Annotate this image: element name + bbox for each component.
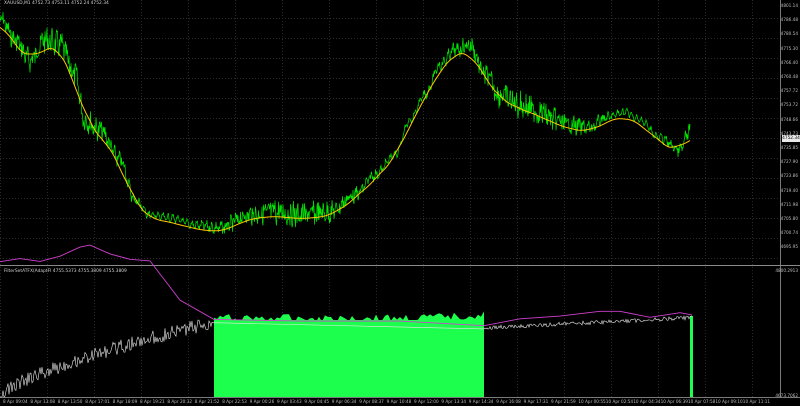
- time-axis-label: 8 Apr 17:01: [85, 399, 110, 404]
- main-chart-info: XAUUSD,M1 4752.73 4753.11 4752.24 4752.3…: [4, 1, 109, 6]
- time-axis-label: 9 Apr 03:43: [277, 399, 302, 404]
- price-axis-label: 4766.40: [780, 59, 798, 65]
- time-axis-label: 8 Apr 13:08: [30, 399, 56, 404]
- indicator-info: FilterSetATFX(AdaptFI 4755.5373 4755.380…: [4, 269, 127, 274]
- price-axis-label: 4753.72: [780, 102, 798, 108]
- price-axis-label: 4760.48: [780, 74, 798, 79]
- time-axis-label: 8 Apr 18:09: [112, 399, 138, 404]
- time-axis-label: 8 Apr 19:21: [140, 399, 165, 404]
- time-axis-label: 10 Apr 06:39: [660, 399, 688, 404]
- price-axis-label: 4723.86: [780, 173, 798, 179]
- price-axis-label: 4748.66: [780, 116, 798, 122]
- time-axis-label: 9 Apr 12:00: [414, 399, 439, 404]
- indicator-scale-top: 4800.2913: [775, 268, 798, 273]
- histogram-top-edge: [214, 311, 484, 397]
- time-axis-label: 9 Apr 21:59: [551, 399, 576, 404]
- time-axis-label: 9 Apr 06:34: [331, 399, 357, 404]
- current-price-marker: 4752.34: [782, 135, 800, 142]
- time-axis-label: 9 Apr 04:45: [304, 399, 330, 404]
- price-axis-label: 4775.30: [780, 45, 798, 51]
- time-axis-label: 8 Apr 09:04: [3, 399, 28, 404]
- price-axis-label: 4757.72: [780, 88, 798, 94]
- price-axis-label: 4801.14: [780, 3, 798, 8]
- price-axis-label: 4780.54: [780, 31, 798, 37]
- price-line: [0, 11, 691, 234]
- time-axis-label: 10 Apr 00:55: [578, 399, 606, 404]
- time-axis-label: 10 Apr 02:54: [605, 399, 634, 404]
- time-axis-label: 8 Apr 22:53: [222, 399, 247, 404]
- price-axis-label: 4786.48: [780, 17, 798, 23]
- time-axis-label: 9 Apr 14:34: [468, 399, 494, 404]
- time-axis-label: 8 Apr 20:32: [167, 399, 193, 404]
- time-axis-label: 10 Apr 09:10: [715, 399, 743, 404]
- time-axis-label: 9 Apr 00:26: [249, 399, 275, 404]
- time-axis-label: 10 Apr 04:34: [633, 399, 661, 404]
- histogram-spike: [690, 316, 693, 397]
- time-axis-label: 9 Apr 16:08: [496, 399, 521, 404]
- price-axis-label: 4700.74: [780, 230, 798, 236]
- trading-terminal: XAUUSD,M1 4752.73 4753.11 4752.24 4752.3…: [0, 0, 800, 406]
- time-axis-label: 8 Apr 21:52: [194, 399, 220, 404]
- indicator-scale-bottom: 4673.7062: [775, 393, 798, 398]
- time-axis-label: 8 Apr 13:50: [57, 399, 83, 404]
- main-price-chart[interactable]: [0, 0, 800, 406]
- time-axis-label: 9 Apr 10:48: [386, 399, 412, 404]
- price-axis-label: 4705.80: [780, 216, 798, 221]
- price-axis-label: 4727.90: [780, 159, 798, 165]
- time-axis-label: 10 Apr 07:58: [688, 399, 716, 404]
- time-axis-label: 9 Apr 17:31: [523, 399, 549, 404]
- time-axis-label: 10 Apr 11:11: [742, 399, 771, 404]
- magenta-indicator-line: [0, 244, 693, 327]
- time-axis-label: 9 Apr 13:34: [441, 399, 467, 404]
- price-axis-label: 4719.40: [780, 187, 798, 193]
- price-axis-label: 4735.85: [780, 145, 798, 150]
- price-axis-label: 4695.95: [780, 244, 798, 250]
- time-axis-label: 9 Apr 08:37: [359, 399, 384, 404]
- price-axis-label: 4711.98: [780, 201, 798, 207]
